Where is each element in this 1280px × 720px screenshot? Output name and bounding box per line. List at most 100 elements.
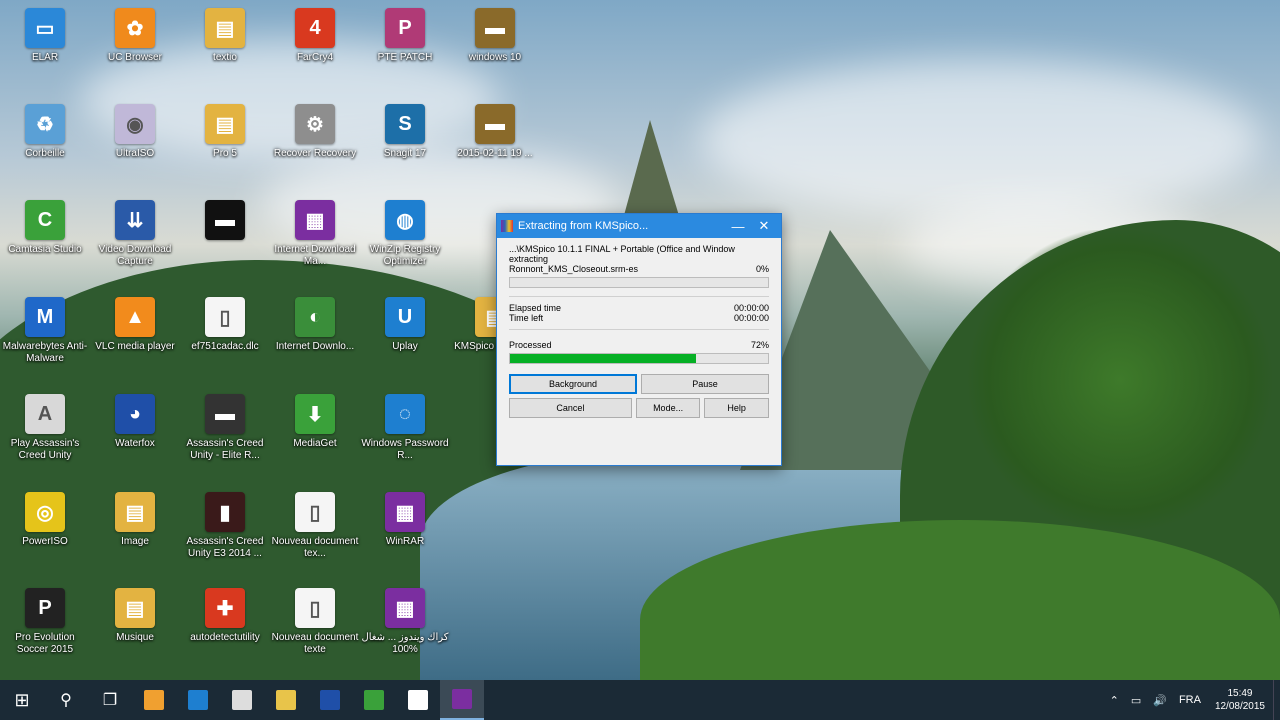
pause-button[interactable]: Pause — [641, 374, 769, 394]
desktop-icon[interactable]: ▭ ELAR — [0, 8, 90, 64]
desktop-icon[interactable]: ▯ Nouveau document texte — [270, 588, 360, 656]
clock[interactable]: 15:49 12/08/2015 — [1207, 687, 1273, 713]
desktop-icon-label: ELAR — [31, 52, 59, 63]
network-icon[interactable]: ▭ — [1125, 694, 1147, 707]
taskbar-camtasia-app[interactable] — [352, 680, 396, 720]
desktop-icon-label: Nouveau document texte — [271, 632, 359, 655]
desktop-icon[interactable]: ◍ WinZip Registry Optimizer — [360, 200, 450, 268]
desktop-icon-label: Corbeille — [25, 148, 65, 159]
start-button[interactable]: ⊞ — [0, 680, 44, 720]
app-icon: A — [25, 394, 65, 434]
desktop-icon[interactable]: ◎ PowerISO — [0, 492, 90, 548]
app-icon: ▮ — [205, 492, 245, 532]
desktop-icon-label: Image — [121, 536, 149, 547]
dialog-title: Extracting from KMSpico... — [518, 220, 649, 232]
app-icon: ▤ — [115, 588, 155, 628]
app-icon: ◐ — [295, 297, 335, 337]
app-icon: 4 — [295, 8, 335, 48]
camtasia-app-icon — [364, 690, 384, 710]
desktop-icon[interactable]: ▤ Musique — [90, 588, 180, 644]
app-icon: ▭ — [25, 8, 65, 48]
desktop-icon-label: Recover Recovery — [273, 148, 357, 159]
app-icon: ◉ — [115, 104, 155, 144]
desktop-icon[interactable]: ▦ Internet Download Ma... — [270, 200, 360, 268]
desktop-icon-label: Windows Password R... — [361, 438, 449, 461]
taskbar-edge-app[interactable] — [176, 680, 220, 720]
taskbar-paint-app[interactable] — [132, 680, 176, 720]
desktop-icon[interactable]: C Camtasia Studio — [0, 200, 90, 256]
desktop-icon-label: Uplay — [392, 341, 418, 352]
desktop-icon[interactable]: A Play Assassin's Creed Unity — [0, 394, 90, 462]
desktop-icon[interactable]: ▦ WinRAR — [360, 492, 450, 548]
desktop-icon[interactable]: ▮ Assassin's Creed Unity E3 2014 ... — [180, 492, 270, 560]
desktop-icon[interactable]: ▲ VLC media player — [90, 297, 180, 353]
desktop-icon[interactable]: ⬇ MediaGet — [270, 394, 360, 450]
app-icon: ◕ — [115, 394, 155, 434]
desktop-icon[interactable]: ▯ Nouveau document tex... — [270, 492, 360, 560]
desktop-icon[interactable]: ▬ — [180, 200, 270, 244]
total-progress-bar — [509, 353, 769, 364]
desktop-icon[interactable]: ◉ UltraISO — [90, 104, 180, 160]
search-button[interactable]: ⚲ — [44, 680, 88, 720]
app-icon: ▤ — [205, 104, 245, 144]
app-icon: ▤ — [115, 492, 155, 532]
taskbar-waterfox-app[interactable] — [308, 680, 352, 720]
help-button[interactable]: Help — [704, 398, 769, 418]
language-indicator[interactable]: FRA — [1173, 694, 1207, 706]
desktop-icon-label: Internet Download Ma... — [274, 244, 356, 267]
app-icon: U — [385, 297, 425, 337]
desktop-icon[interactable]: ▤ Image — [90, 492, 180, 548]
desktop-icon[interactable]: ⇊ Video Download Capture — [90, 200, 180, 268]
volume-icon[interactable]: 🔊 — [1147, 694, 1173, 707]
desktop-icon-label: Assassin's Creed Unity - Elite R... — [186, 438, 264, 461]
app-icon: ▬ — [205, 200, 245, 240]
desktop-icon[interactable]: S Snagit 17 — [360, 104, 450, 160]
winrar-app-icon — [452, 689, 472, 709]
app-icon: ▤ — [205, 8, 245, 48]
camtasia-recorder-app-icon — [408, 690, 428, 710]
desktop-icon[interactable]: ◕ Waterfox — [90, 394, 180, 450]
desktop-icon[interactable]: ▬ windows 10 — [450, 8, 540, 64]
dialog-titlebar[interactable]: Extracting from KMSpico... — ✕ — [497, 214, 781, 238]
desktop-icon[interactable]: ✿ UC Browser — [90, 8, 180, 64]
desktop-icon[interactable]: ▯ ef751cadac.dlc — [180, 297, 270, 353]
processed-label: Processed — [509, 340, 552, 350]
background-button[interactable]: Background — [509, 374, 637, 394]
app-icon: ◌ — [385, 394, 425, 434]
cancel-button[interactable]: Cancel — [509, 398, 632, 418]
taskbar-winrar-app[interactable] — [440, 680, 484, 720]
elapsed-label: Elapsed time — [509, 303, 562, 313]
desktop-icon[interactable]: ✚ autodetectutility — [180, 588, 270, 644]
task-view-button[interactable]: ❐ — [88, 680, 132, 720]
elapsed-value: 00:00:00 — [733, 303, 769, 313]
desktop-icon[interactable]: ▤ Pro 5 — [180, 104, 270, 160]
desktop-icon[interactable]: ◌ Windows Password R... — [360, 394, 450, 462]
desktop-icon[interactable]: ⚙ Recover Recovery — [270, 104, 360, 160]
desktop-icon[interactable]: ♻ Corbeille — [0, 104, 90, 160]
desktop-icon-label: autodetectutility — [190, 632, 260, 643]
desktop-icon[interactable]: P PTE PATCH — [360, 8, 450, 64]
desktop-icon[interactable]: U Uplay — [360, 297, 450, 353]
taskbar-store-app[interactable] — [220, 680, 264, 720]
app-icon: S — [385, 104, 425, 144]
current-percent: 0% — [755, 264, 769, 274]
desktop-icon[interactable]: ◐ Internet Downlo... — [270, 297, 360, 353]
taskbar-explorer-app[interactable] — [264, 680, 308, 720]
app-icon: ▯ — [295, 492, 335, 532]
desktop-icon[interactable]: 4 FarCry4 — [270, 8, 360, 64]
desktop-icon[interactable]: ▬ 2015-02-11 19 ... — [450, 104, 540, 160]
mode-button[interactable]: Mode... — [635, 398, 701, 418]
desktop-icon[interactable]: ▤ textio — [180, 8, 270, 64]
tray-chevron-icon[interactable]: ⌃ — [1104, 694, 1125, 707]
close-button[interactable]: ✕ — [751, 218, 777, 234]
show-desktop-button[interactable] — [1273, 680, 1280, 720]
desktop-icon[interactable]: ▬ Assassin's Creed Unity - Elite R... — [180, 394, 270, 462]
desktop-icon[interactable]: P Pro Evolution Soccer 2015 — [0, 588, 90, 656]
desktop-icon[interactable]: ▦ كراك ويندوز ... شغال 100% — [360, 588, 450, 656]
taskbar-camtasia-recorder-app[interactable] — [396, 680, 440, 720]
minimize-button[interactable]: — — [725, 219, 751, 234]
app-icon: ⇊ — [115, 200, 155, 240]
app-icon: ▦ — [385, 588, 425, 628]
desktop-icon[interactable]: M Malwarebytes Anti-Malware — [0, 297, 90, 365]
app-icon: ▬ — [475, 8, 515, 48]
